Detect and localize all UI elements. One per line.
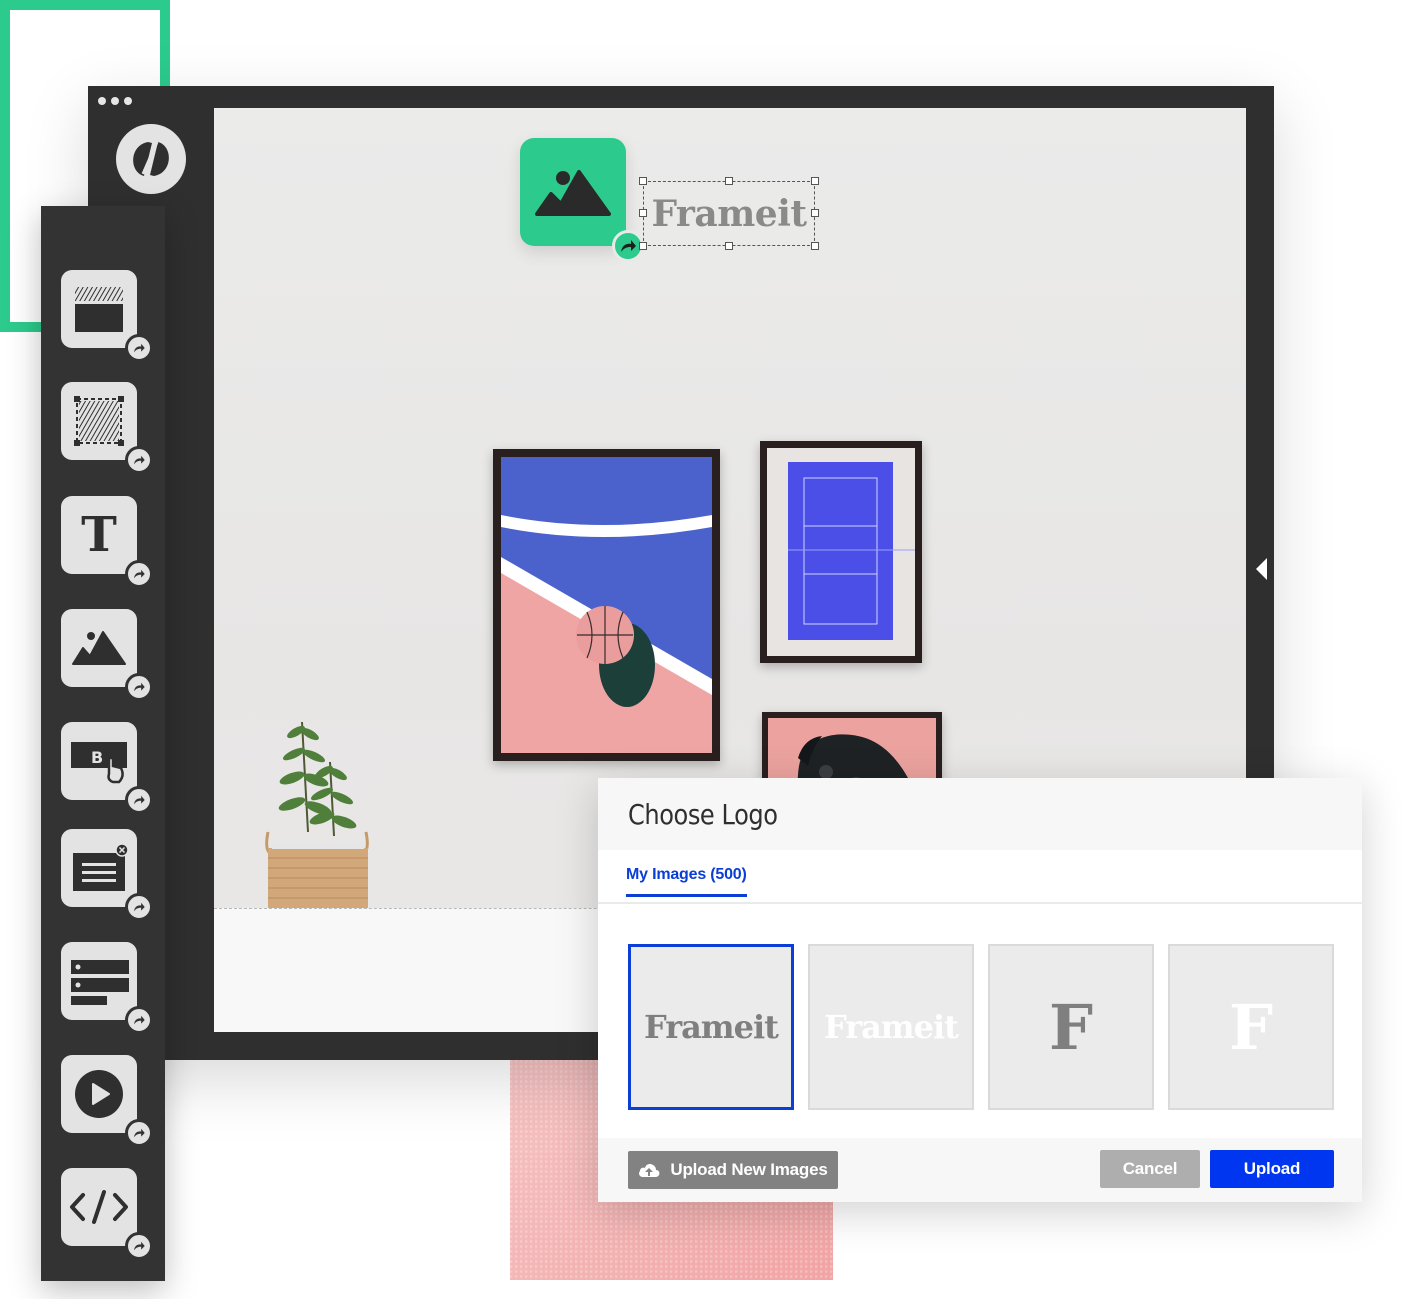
curved-arrow-icon bbox=[125, 560, 153, 588]
image-icon bbox=[72, 631, 126, 665]
image-icon bbox=[535, 170, 611, 216]
thumbnail-label: Frameit bbox=[824, 1008, 959, 1046]
curved-arrow-icon bbox=[125, 786, 153, 814]
thumbnail-label: Frameit bbox=[644, 1008, 779, 1046]
decorative-plant bbox=[258, 712, 378, 908]
upload-new-images-button[interactable]: Upload New Images bbox=[628, 1151, 838, 1189]
form-icon bbox=[71, 960, 129, 1005]
tool-box[interactable] bbox=[61, 382, 153, 474]
tool-text[interactable]: T bbox=[61, 496, 153, 588]
resize-handle[interactable] bbox=[725, 177, 733, 185]
tab-my-images[interactable]: My Images (500) bbox=[626, 866, 747, 897]
curved-arrow-icon bbox=[125, 334, 153, 362]
logo-thumbnail[interactable]: Frameit bbox=[808, 944, 974, 1110]
logo-text-selection[interactable]: Frameit bbox=[639, 177, 819, 250]
curved-arrow-icon bbox=[125, 1119, 153, 1147]
window-dot-icon[interactable] bbox=[98, 97, 106, 105]
box-icon bbox=[74, 396, 124, 446]
curved-arrow-icon bbox=[125, 446, 153, 474]
curved-arrow-icon bbox=[125, 1232, 153, 1260]
logo-thumbnail-grid: Frameit Frameit F F bbox=[628, 944, 1334, 1110]
window-dot-icon[interactable] bbox=[111, 97, 119, 105]
cancel-button[interactable]: Cancel bbox=[1100, 1150, 1200, 1188]
tool-video[interactable] bbox=[61, 1055, 153, 1147]
resize-handle[interactable] bbox=[639, 242, 647, 250]
window-controls[interactable] bbox=[98, 97, 132, 105]
svg-text:B: B bbox=[91, 748, 103, 767]
logo-thumbnail[interactable]: Frameit bbox=[628, 944, 794, 1110]
curved-arrow-icon bbox=[125, 893, 153, 921]
dialog-footer: Upload New Images Cancel Upload bbox=[598, 1138, 1362, 1202]
section-icon bbox=[75, 287, 123, 332]
choose-logo-dialog: Choose Logo My Images (500) Frameit Fram… bbox=[598, 778, 1362, 1202]
resize-handle[interactable] bbox=[639, 177, 647, 185]
resize-handle[interactable] bbox=[811, 209, 819, 217]
text-icon: T bbox=[81, 507, 117, 563]
upload-new-images-label: Upload New Images bbox=[670, 1160, 828, 1179]
app-logo-icon[interactable] bbox=[116, 124, 186, 194]
framed-art-basketball bbox=[493, 449, 720, 761]
thumbnail-label: F bbox=[1228, 990, 1274, 1064]
logo-thumbnail[interactable]: F bbox=[988, 944, 1154, 1110]
video-icon bbox=[75, 1070, 123, 1118]
upload-button[interactable]: Upload bbox=[1210, 1150, 1334, 1188]
tool-image[interactable] bbox=[61, 609, 153, 701]
widget-sidebar: T B bbox=[41, 206, 165, 1281]
tool-lightbox[interactable] bbox=[61, 829, 153, 921]
logo-text: Frameit bbox=[651, 192, 807, 235]
lightbox-icon bbox=[73, 843, 129, 891]
resize-handle[interactable] bbox=[811, 242, 819, 250]
collapse-panel-icon[interactable] bbox=[1256, 558, 1267, 580]
resize-handle[interactable] bbox=[725, 242, 733, 250]
dialog-header: Choose Logo bbox=[598, 778, 1362, 850]
curved-arrow-icon bbox=[125, 1006, 153, 1034]
framed-art-volleyball bbox=[760, 441, 922, 663]
tool-custom-html[interactable] bbox=[61, 1168, 153, 1260]
logo-image-placeholder[interactable] bbox=[520, 138, 626, 246]
cloud-upload-icon bbox=[639, 1164, 660, 1177]
button-icon: B bbox=[71, 742, 127, 784]
dialog-title: Choose Logo bbox=[628, 798, 778, 831]
tool-form[interactable] bbox=[61, 942, 153, 1034]
tool-section[interactable] bbox=[61, 270, 153, 362]
curved-arrow-icon bbox=[125, 673, 153, 701]
window-dot-icon[interactable] bbox=[124, 97, 132, 105]
dialog-tabs: My Images (500) bbox=[598, 850, 1362, 904]
code-icon bbox=[70, 1190, 128, 1224]
tool-button[interactable]: B bbox=[61, 722, 153, 814]
resize-handle[interactable] bbox=[811, 177, 819, 185]
resize-handle[interactable] bbox=[639, 209, 647, 217]
thumbnail-label: F bbox=[1048, 990, 1094, 1064]
logo-thumbnail[interactable]: F bbox=[1168, 944, 1334, 1110]
